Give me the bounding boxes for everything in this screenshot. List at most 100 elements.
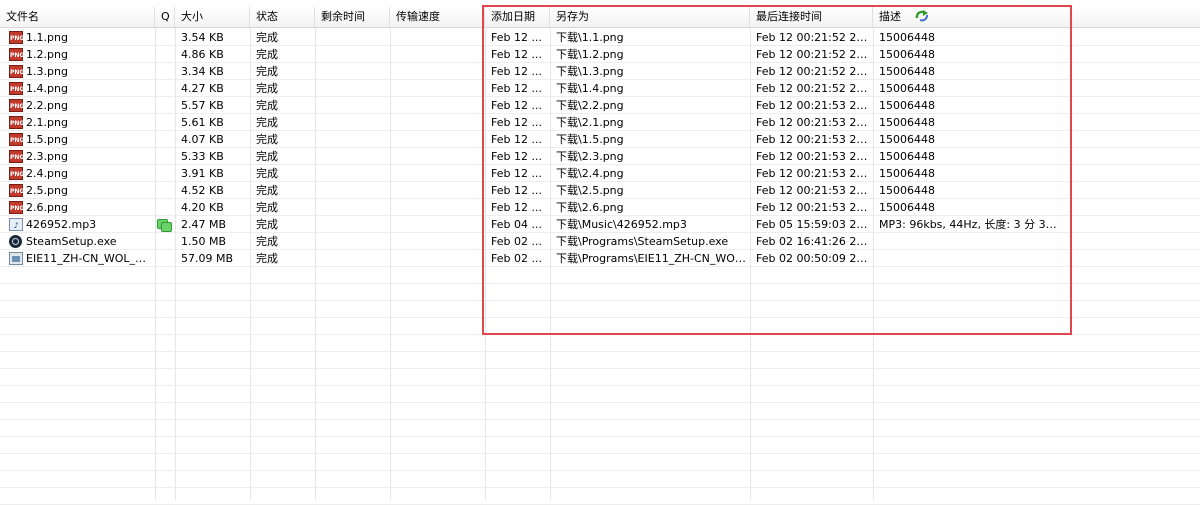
empty-row xyxy=(0,471,1200,488)
table-row[interactable]: 1.4.png PNG 4.27 KB 完成 Feb 12 ... 下载\1.4.png F… xyxy=(0,80,1200,97)
cell-added: Feb 12 ... xyxy=(491,184,542,197)
cell-desc: 15006448 xyxy=(879,82,935,95)
empty-row xyxy=(0,403,1200,420)
cell-size: 4.20 KB xyxy=(181,201,224,214)
cell-size: 4.07 KB xyxy=(181,133,224,146)
column-header-speed[interactable]: 传输速度 xyxy=(390,7,485,27)
cell-desc: 15006448 xyxy=(879,65,935,78)
column-header-remaining[interactable]: 剩余时间 xyxy=(315,7,390,27)
cell-saveas: 下载\Programs\SteamSetup.exe xyxy=(556,235,729,248)
png-file-icon: PNG xyxy=(9,99,24,112)
table-row[interactable]: 2.1.png PNG 5.61 KB 完成 Feb 12 ... 下载\2.1.png F… xyxy=(0,114,1200,131)
cell-size: 3.34 KB xyxy=(181,65,224,78)
table-row[interactable]: 1.1.png PNG 3.54 KB 完成 Feb 12 ... 下载\1.1.png F… xyxy=(0,29,1200,46)
cell-size: 5.33 KB xyxy=(181,150,224,163)
cell-desc: 15006448 xyxy=(879,201,935,214)
audio-file-icon: ♪ xyxy=(9,218,23,231)
table-row[interactable]: SteamSetup.exe 1.50 MB 完成 Feb 02 ... 下载\Prog… xyxy=(0,233,1200,250)
cell-desc: 15006448 xyxy=(879,167,935,180)
cell-status: 完成 xyxy=(256,82,278,95)
cell-saveas: 下载\Programs\EIE11_ZH-CN_WOL... xyxy=(556,252,750,265)
empty-row xyxy=(0,318,1200,335)
cell-status: 完成 xyxy=(256,252,278,265)
cell-size: 2.47 MB xyxy=(181,218,227,231)
table-row[interactable]: 2.4.png PNG 3.91 KB 完成 Feb 12 ... 下载\2.4.png F… xyxy=(0,165,1200,182)
table-row[interactable]: 426952.mp3 ♪ 2.47 MB 完成 Feb 04 ... 下载\Music\4… xyxy=(0,216,1200,233)
cell-lastconn: Feb 12 00:21:53 2020 xyxy=(756,184,873,197)
cell-status: 完成 xyxy=(256,235,278,248)
cell-size: 5.61 KB xyxy=(181,116,224,129)
table-row[interactable]: 2.3.png PNG 5.33 KB 完成 Feb 12 ... 下载\2.3.png F… xyxy=(0,148,1200,165)
cell-added: Feb 02 ... xyxy=(491,252,542,265)
cell-added: Feb 12 ... xyxy=(491,116,542,129)
cell-lastconn: Feb 12 00:21:52 2020 xyxy=(756,65,873,78)
empty-row xyxy=(0,301,1200,318)
cell-saveas: 下载\1.2.png xyxy=(556,48,624,61)
table-row[interactable]: 1.5.png PNG 4.07 KB 完成 Feb 12 ... 下载\1.5.png F… xyxy=(0,131,1200,148)
steam-app-icon xyxy=(9,235,22,248)
empty-row xyxy=(0,352,1200,369)
cell-saveas: 下载\2.1.png xyxy=(556,116,624,129)
cell-added: Feb 02 ... xyxy=(491,235,542,248)
cell-desc xyxy=(873,250,1063,267)
cell-lastconn: Feb 05 15:59:03 2020 xyxy=(756,218,873,231)
cell-lastconn: Feb 12 00:21:52 2020 xyxy=(756,48,873,61)
table-row[interactable]: 1.3.png PNG 3.34 KB 完成 Feb 12 ... 下载\1.3.png F… xyxy=(0,63,1200,80)
cell-added: Feb 12 ... xyxy=(491,65,542,78)
cell-status: 完成 xyxy=(256,150,278,163)
table-row[interactable]: 2.5.png PNG 4.52 KB 完成 Feb 12 ... 下载\2.5.png F… xyxy=(0,182,1200,199)
cell-lastconn: Feb 12 00:21:52 2020 xyxy=(756,31,873,44)
png-file-icon: PNG xyxy=(9,201,24,214)
column-header-added[interactable]: 添加日期 xyxy=(485,7,550,27)
cell-lastconn: Feb 12 00:21:53 2020 xyxy=(756,150,873,163)
cell-added: Feb 12 ... xyxy=(491,201,542,214)
cell-added: Feb 12 ... xyxy=(491,99,542,112)
cell-desc: 15006448 xyxy=(879,116,935,129)
column-header-status[interactable]: 状态 xyxy=(250,7,315,27)
column-header-saveas[interactable]: 另存为 xyxy=(550,7,750,27)
empty-row xyxy=(0,420,1200,437)
cell-status: 完成 xyxy=(256,31,278,44)
cell-added: Feb 12 ... xyxy=(491,82,542,95)
cell-name: EIE11_ZH-CN_WOL_WI... xyxy=(26,252,155,265)
cell-size: 57.09 MB xyxy=(181,252,234,265)
column-header-lastconn[interactable]: 最后连接时间 xyxy=(750,7,873,27)
png-file-icon: PNG xyxy=(9,48,24,61)
cell-lastconn: Feb 12 00:21:53 2020 xyxy=(756,133,873,146)
empty-row xyxy=(0,267,1200,284)
cell-lastconn: Feb 12 00:21:53 2020 xyxy=(756,167,873,180)
cell-status: 完成 xyxy=(256,218,278,231)
cell-added: Feb 12 ... xyxy=(491,31,542,44)
png-file-icon: PNG xyxy=(9,116,24,129)
cell-desc xyxy=(873,233,1063,250)
column-header-q[interactable]: Q xyxy=(155,7,175,27)
empty-row xyxy=(0,437,1200,454)
cell-saveas: 下载\2.4.png xyxy=(556,167,624,180)
png-file-icon: PNG xyxy=(9,65,24,78)
cell-size: 4.27 KB xyxy=(181,82,224,95)
table-row[interactable]: 2.2.png PNG 5.57 KB 完成 Feb 12 ... 下载\2.2.png F… xyxy=(0,97,1200,114)
cell-size: 4.86 KB xyxy=(181,48,224,61)
cell-saveas: 下载\Music\426952.mp3 xyxy=(556,218,687,231)
cell-status: 完成 xyxy=(256,116,278,129)
empty-row xyxy=(0,369,1200,386)
cell-desc: 15006448 xyxy=(879,133,935,146)
table-row[interactable]: 1.2.png PNG 4.86 KB 完成 Feb 12 ... 下载\1.2.png F… xyxy=(0,46,1200,63)
cell-lastconn: Feb 02 00:50:09 2020 xyxy=(756,252,873,265)
cell-saveas: 下载\2.2.png xyxy=(556,99,624,112)
refresh-arrow-icon[interactable] xyxy=(914,9,930,23)
column-header-name[interactable]: 文件名 xyxy=(0,7,155,27)
cell-saveas: 下载\2.6.png xyxy=(556,201,624,214)
cell-size: 3.91 KB xyxy=(181,167,224,180)
column-header-size[interactable]: 大小 xyxy=(175,7,250,27)
cell-status: 完成 xyxy=(256,133,278,146)
table-row[interactable]: 2.6.png PNG 4.20 KB 完成 Feb 12 ... 下载\2.6.png F… xyxy=(0,199,1200,216)
empty-row xyxy=(0,284,1200,301)
cell-desc: 15006448 xyxy=(879,99,935,112)
empty-row xyxy=(0,488,1200,505)
cell-lastconn: Feb 02 16:41:26 2020 xyxy=(756,235,873,248)
cell-name: SteamSetup.exe xyxy=(26,235,117,248)
table-row[interactable]: EIE11_ZH-CN_WOL_WI... 57.09 MB 完成 Feb 02 ..… xyxy=(0,250,1200,267)
cell-lastconn: Feb 12 00:21:53 2020 xyxy=(756,116,873,129)
download-list[interactable]: 文件名 Q 大小 状态 剩余时间 传输速度 添加日期 另存为 最后连接时间 描述… xyxy=(0,0,1200,505)
